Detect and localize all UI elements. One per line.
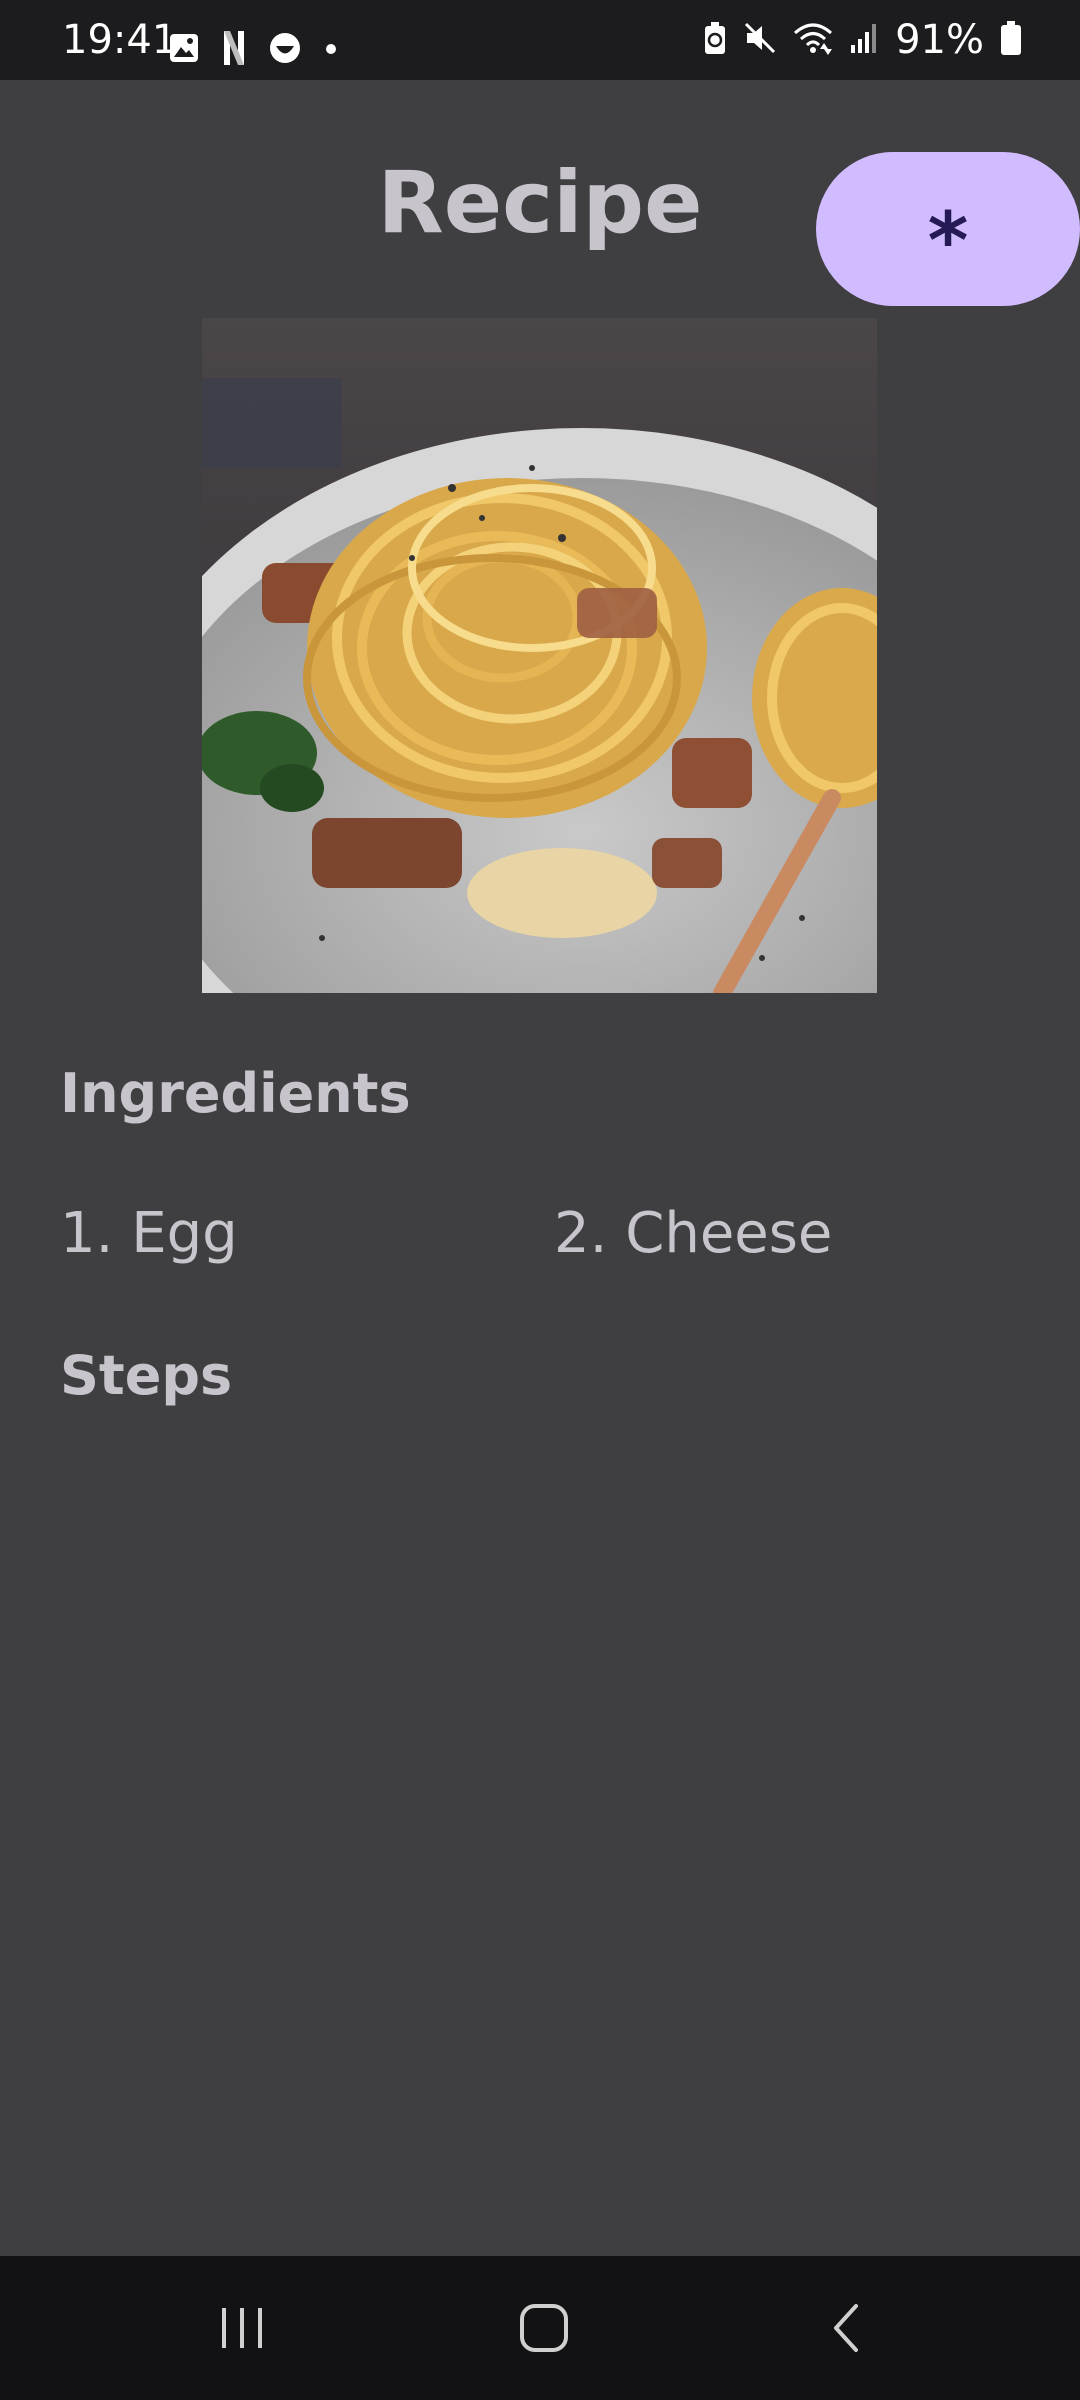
back-icon xyxy=(834,2304,858,2352)
recipe-screen: 19:41 91% Recipe * Ingredients 1. Egg 2.… xyxy=(0,0,1080,2400)
dot-icon xyxy=(324,41,338,60)
ingredient-item: 2. Cheese xyxy=(554,1201,833,1266)
recent-apps-button[interactable] xyxy=(172,2256,312,2400)
wifi-icon xyxy=(793,21,833,59)
battery-percent: 91% xyxy=(895,17,984,63)
steps-heading: Steps xyxy=(60,1344,233,1407)
favorite-button[interactable]: * xyxy=(816,152,1080,306)
pasta-image xyxy=(202,318,877,993)
recent-apps-icon xyxy=(222,2308,262,2348)
home-button[interactable] xyxy=(474,2256,614,2400)
battery-saver-icon xyxy=(703,21,727,59)
navigation-bar xyxy=(0,2256,1080,2400)
asterisk-icon: * xyxy=(927,197,969,287)
signal-icon xyxy=(849,21,879,59)
status-bar: 19:41 91% xyxy=(0,0,1080,80)
netflix-icon xyxy=(222,30,246,70)
battery-icon xyxy=(1000,20,1022,60)
ingredients-heading: Ingredients xyxy=(60,1062,411,1125)
status-time: 19:41 xyxy=(62,17,178,63)
home-icon xyxy=(520,2304,568,2352)
face-icon xyxy=(268,31,302,69)
ingredient-item: 1. Egg xyxy=(60,1201,238,1266)
gallery-icon xyxy=(168,32,200,68)
back-button[interactable] xyxy=(776,2256,916,2400)
recipe-image xyxy=(202,318,877,993)
status-left-icons xyxy=(168,30,338,70)
status-right: 91% xyxy=(703,18,1022,62)
mute-icon xyxy=(743,21,777,59)
